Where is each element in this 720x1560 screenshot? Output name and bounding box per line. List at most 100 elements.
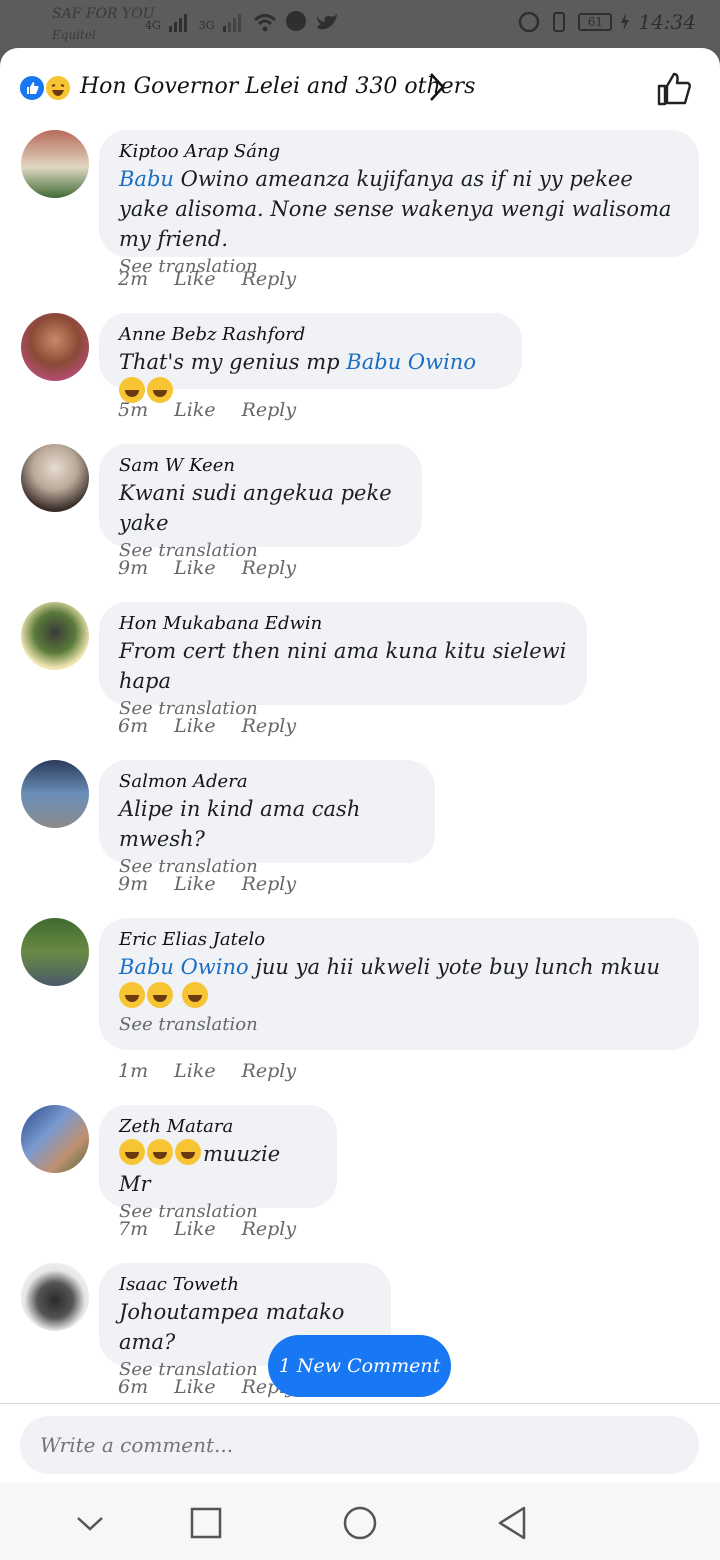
comment-time: 9m xyxy=(118,557,149,579)
reply-link[interactable]: Reply xyxy=(242,268,297,290)
comment-time: 6m xyxy=(118,1376,149,1398)
whatsapp-icon xyxy=(285,11,306,31)
comment-author[interactable]: Anne Bebz Rashford xyxy=(119,323,502,347)
like-link[interactable]: Like xyxy=(174,715,215,737)
like-link[interactable]: Like xyxy=(174,557,215,579)
comment-text: Kwani sudi angekua peke yake xyxy=(119,481,392,535)
carrier-name: SAF FOR YOU xyxy=(52,6,155,22)
rofl-emoji-icon xyxy=(147,982,173,1008)
comment-author[interactable]: Zeth Matara xyxy=(119,1115,317,1139)
status-bar: SAF FOR YOU Equitel 4G 3G 61 14:34 xyxy=(0,0,720,48)
comment-bubble[interactable]: Anne Bebz Rashford That's my genius mp B… xyxy=(99,313,522,403)
chevron-down-icon[interactable] xyxy=(70,1503,110,1543)
comment-composer xyxy=(0,1403,720,1483)
reply-link[interactable]: Reply xyxy=(242,557,297,579)
comment-text: From cert then nini ama kuna kitu sielew… xyxy=(119,639,567,693)
reply-link[interactable]: Reply xyxy=(242,399,297,421)
haha-reaction-icon xyxy=(44,74,72,102)
like-link[interactable]: Like xyxy=(174,268,215,290)
rofl-emoji-icon xyxy=(181,982,208,1008)
comment-author[interactable]: Isaac Toweth xyxy=(119,1273,371,1297)
comment-time: 7m xyxy=(118,1218,149,1240)
comment-author[interactable]: Hon Mukabana Edwin xyxy=(119,612,567,636)
vibrate-icon xyxy=(553,12,566,32)
mention-link[interactable]: Babu Owino xyxy=(346,350,476,374)
reaction-icons xyxy=(18,72,78,104)
comment-time: 5m xyxy=(118,399,149,421)
recents-square-icon[interactable] xyxy=(186,1503,226,1543)
avatar[interactable] xyxy=(21,444,89,512)
comment-time: 1m xyxy=(118,1060,149,1082)
comment-bubble[interactable]: Kiptoo Arap Sáng Babu Owino ameanza kuji… xyxy=(99,130,699,277)
system-nav-bar xyxy=(0,1483,720,1560)
comment-author[interactable]: Sam W Keen xyxy=(119,454,402,478)
new-comment-button[interactable]: 1 New Comment xyxy=(268,1335,451,1397)
avatar[interactable] xyxy=(21,130,89,198)
comment-author[interactable]: Kiptoo Arap Sáng xyxy=(119,140,679,164)
comment-text: Babu Owino juu ya hii ukweli yote buy lu… xyxy=(119,952,679,1012)
carrier-sub: Equitel xyxy=(52,28,96,42)
avatar[interactable] xyxy=(21,1105,89,1173)
comment-actions: 9m Like Reply xyxy=(118,873,322,895)
comment-bubble[interactable]: Eric Elias Jatelo Babu Owino juu ya hii … xyxy=(99,918,699,1050)
comment-actions: 9m Like Reply xyxy=(118,557,322,579)
like-link[interactable]: Like xyxy=(174,399,215,421)
see-translation-link[interactable]: See translation xyxy=(119,1012,679,1038)
signal-icons: 4G 3G xyxy=(145,10,339,32)
network-4g-label: 4G xyxy=(145,19,161,32)
clock: 14:34 xyxy=(638,10,696,34)
charging-icon xyxy=(621,13,630,31)
comments-sheet: Hon Governor Lelei and 330 others Kiptoo… xyxy=(0,48,720,1560)
battery-level: 61 xyxy=(578,13,613,31)
back-triangle-icon[interactable] xyxy=(492,1503,532,1543)
reply-link[interactable]: Reply xyxy=(242,715,297,737)
avatar[interactable] xyxy=(21,760,89,828)
comment-actions: 5m Like Reply xyxy=(118,399,322,421)
signal-icon xyxy=(168,14,187,32)
reply-link[interactable]: Reply xyxy=(242,873,297,895)
comment-bubble[interactable]: Hon Mukabana Edwin From cert then nini a… xyxy=(99,602,587,719)
chevron-right-icon[interactable] xyxy=(425,70,449,104)
comment-actions: 6m Like Reply xyxy=(118,715,322,737)
comment-text: muuzie Mr xyxy=(119,1139,317,1199)
comment-text: That's my genius mp Babu Owino xyxy=(119,347,502,407)
comment-bubble[interactable]: Salmon Adera Alipe in kind ama cash mwes… xyxy=(99,760,435,877)
comment-actions: 2m Like Reply xyxy=(118,268,322,290)
comment-bubble[interactable]: Sam W Keen Kwani sudi angekua peke yake … xyxy=(99,444,422,561)
comment-actions: 1m Like Reply xyxy=(118,1060,322,1082)
comment-author[interactable]: Salmon Adera xyxy=(119,770,415,794)
comment-time: 9m xyxy=(118,873,149,895)
like-post-icon[interactable] xyxy=(655,70,693,108)
comment-text: Babu Owino ameanza kujifanya as if ni yy… xyxy=(119,167,672,251)
rofl-emoji-icon xyxy=(119,1139,145,1165)
reactions-header[interactable]: Hon Governor Lelei and 330 others xyxy=(0,48,720,130)
comment-input[interactable] xyxy=(20,1416,699,1474)
comment-time: 2m xyxy=(118,268,149,290)
status-right: 61 14:34 xyxy=(518,10,696,34)
like-link[interactable]: Like xyxy=(174,1218,215,1240)
wifi-icon xyxy=(253,14,276,32)
mention-link[interactable]: Babu Owino xyxy=(119,955,249,979)
comment-actions: 7m Like Reply xyxy=(118,1218,322,1240)
twitter-icon xyxy=(316,14,337,30)
avatar[interactable] xyxy=(21,602,89,670)
rofl-emoji-icon xyxy=(175,1139,201,1165)
reply-link[interactable]: Reply xyxy=(242,1060,297,1082)
reply-link[interactable]: Reply xyxy=(242,1218,297,1240)
like-link[interactable]: Like xyxy=(174,1060,215,1082)
rofl-emoji-icon xyxy=(119,982,145,1008)
comment-text: Alipe in kind ama cash mwesh? xyxy=(119,797,361,851)
network-3g-label: 3G xyxy=(198,19,215,32)
comment-time: 6m xyxy=(118,715,149,737)
avatar[interactable] xyxy=(21,1263,89,1331)
like-link[interactable]: Like xyxy=(174,1376,215,1398)
mention-link[interactable]: Babu xyxy=(119,167,174,191)
avatar[interactable] xyxy=(21,918,89,986)
comment-bubble[interactable]: Zeth Matara muuzie Mr See translation xyxy=(99,1105,337,1222)
reactions-summary[interactable]: Hon Governor Lelei and 330 others xyxy=(80,74,475,99)
avatar[interactable] xyxy=(21,313,89,381)
like-link[interactable]: Like xyxy=(174,873,215,895)
like-reaction-icon xyxy=(18,74,46,102)
comment-author[interactable]: Eric Elias Jatelo xyxy=(119,928,679,952)
home-circle-icon[interactable] xyxy=(340,1503,380,1543)
